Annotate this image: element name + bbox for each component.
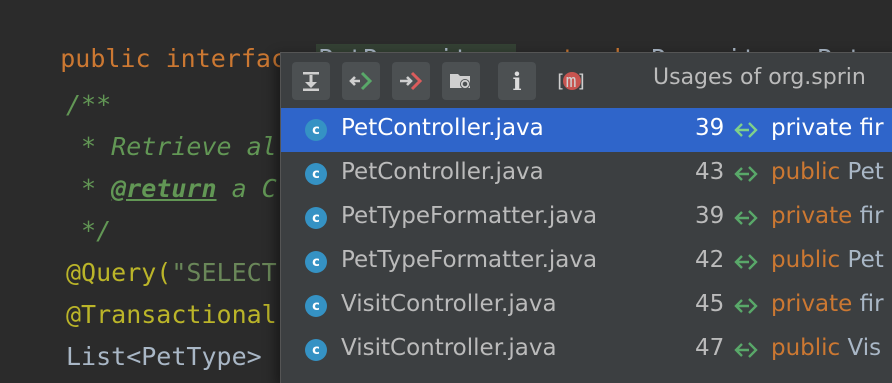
info-button[interactable]: i	[498, 62, 536, 100]
usage-file: PetController.java	[341, 115, 544, 141]
usage-snippet: private fir	[771, 291, 884, 317]
javadoc-return-text: a C	[216, 174, 277, 203]
snippet-keyword: private	[771, 115, 853, 141]
usage-file: PetTypeFormatter.java	[341, 203, 598, 229]
class-icon: c	[305, 251, 327, 273]
usage-file: PetTypeFormatter.java	[341, 247, 598, 273]
javadoc-return-tag: @return	[111, 174, 217, 203]
snippet-keyword: public	[771, 247, 841, 273]
snippet-text: fir	[852, 291, 884, 317]
folder-settings-icon	[450, 74, 470, 89]
class-icon: c	[305, 207, 327, 229]
usage-row[interactable]: c PetController.java 39 private fir	[281, 108, 892, 152]
usage-row[interactable]: c VisitController.java 45 private fir	[281, 284, 892, 328]
snippet-text: Pet	[840, 247, 884, 273]
usage-snippet: private fir	[771, 203, 884, 229]
snippet-text: fir	[852, 115, 884, 141]
module-icon-label: [m]	[554, 70, 588, 92]
snippet-keyword: public	[771, 335, 841, 361]
javadoc-return-line: * @return a C	[66, 170, 277, 208]
usage-line-number: 39	[695, 115, 725, 141]
usage-row[interactable]: c PetTypeFormatter.java 39 private fir	[281, 196, 892, 240]
transactional-annotation: @Transactional	[66, 300, 277, 329]
popup-title: Usages of org.sprin	[653, 65, 866, 90]
snippet-keyword: private	[771, 291, 853, 317]
class-icon: c	[305, 163, 327, 185]
usage-arrow-icon	[734, 166, 758, 182]
module-icon: [m]	[555, 71, 588, 92]
usage-line-number: 43	[695, 159, 725, 185]
usage-arrow-icon	[734, 342, 758, 358]
javadoc-close: */	[66, 216, 112, 245]
usage-line-number: 45	[695, 291, 725, 317]
usage-line-number: 42	[695, 247, 725, 273]
snippet-keyword: public	[771, 159, 841, 185]
usage-out-icon	[400, 71, 423, 91]
usage-line-number: 47	[695, 335, 725, 361]
code-line-1: public interface PetRepository extends R…	[0, 2, 892, 73]
group-by-folder-button[interactable]	[442, 62, 480, 100]
usage-snippet: public Vis	[771, 335, 881, 361]
usage-in-icon	[349, 71, 373, 91]
snippet-text: Vis	[840, 335, 882, 361]
javadoc-star: *	[66, 174, 112, 203]
usage-file: VisitController.java	[341, 291, 557, 317]
usage-arrow-icon	[734, 254, 758, 270]
usage-arrow-icon	[734, 210, 758, 226]
usage-arrow-icon	[734, 298, 758, 314]
show-usages-in-button[interactable]	[342, 62, 380, 100]
snippet-text: Pet	[840, 159, 884, 185]
download-button[interactable]	[292, 62, 330, 100]
keyword-public: public	[60, 44, 151, 73]
class-icon: c	[305, 295, 327, 317]
download-icon	[303, 72, 319, 91]
usage-snippet: public Pet	[771, 159, 884, 185]
usage-snippet: private fir	[771, 115, 884, 141]
javadoc-line: * Retrieve al	[66, 132, 277, 161]
usage-file: PetController.java	[341, 159, 544, 185]
query-string: "SELECT	[171, 258, 277, 287]
usages-list: c PetController.java 39 private fir c Pe…	[281, 108, 892, 372]
snippet-keyword: private	[771, 203, 853, 229]
query-annotation-line: @Query("SELECT	[66, 254, 277, 292]
info-icon: i	[512, 66, 522, 96]
class-icon: c	[305, 339, 327, 361]
return-type-line: List<PetType>	[66, 342, 277, 371]
class-icon: c	[305, 119, 327, 141]
usages-popup: i [m] Usages of org.sprin c PetControlle…	[280, 52, 892, 383]
module-button[interactable]: [m]	[552, 62, 590, 100]
query-annotation: @Query(	[66, 258, 172, 287]
snippet-text: fir	[852, 203, 884, 229]
usage-row[interactable]: c PetController.java 43 public Pet	[281, 152, 892, 196]
javadoc-open: /**	[66, 90, 112, 119]
usage-snippet: public Pet	[771, 247, 884, 273]
popup-toolbar: i [m] Usages of org.sprin	[281, 53, 892, 107]
usage-row[interactable]: c PetTypeFormatter.java 42 public Pet	[281, 240, 892, 284]
usage-arrow-icon	[734, 122, 758, 138]
show-usages-out-button[interactable]	[392, 62, 430, 100]
usage-line-number: 39	[695, 203, 725, 229]
usage-file: VisitController.java	[341, 335, 557, 361]
usage-row[interactable]: c VisitController.java 47 public Vis	[281, 328, 892, 372]
